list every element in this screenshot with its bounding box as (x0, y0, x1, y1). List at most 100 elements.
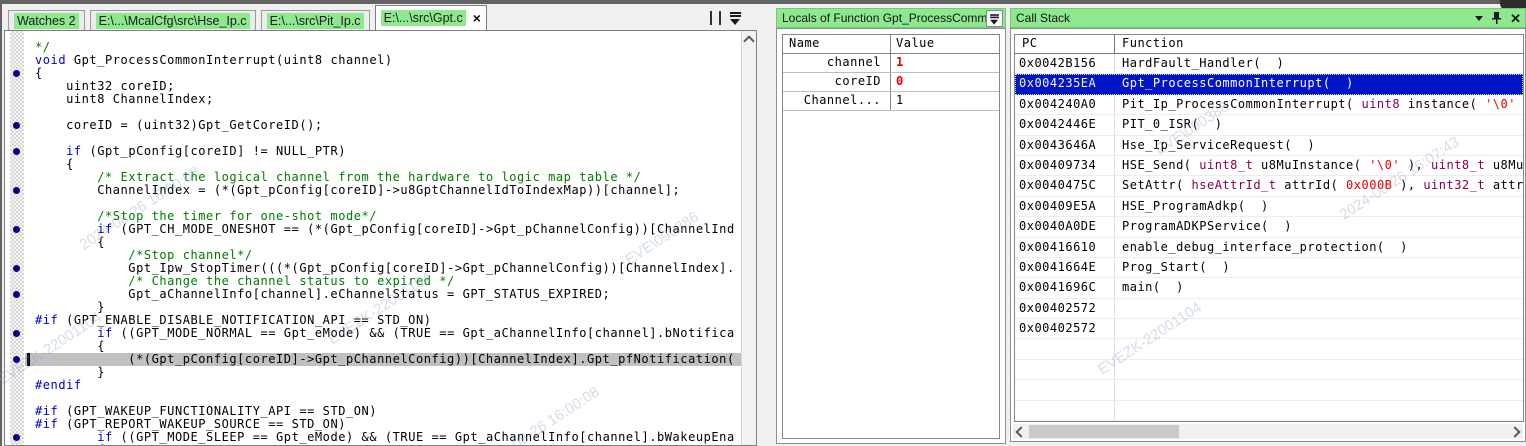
code-segment: /*Stop the timer for one-shot mode*/ (35, 209, 378, 223)
code-segment: ((GPT_MODE_NORMAL == Gpt_eMode) && (TRUE… (112, 326, 735, 340)
locals-value-column-header[interactable]: Value (891, 35, 999, 53)
function-column-header[interactable]: Function (1115, 35, 1523, 53)
scroll-right-icon[interactable] (1509, 426, 1521, 438)
breakpoint-icon[interactable] (13, 434, 20, 441)
code-segment: HSE_Send( (1122, 157, 1200, 172)
function-cell: HSE_Send( uint8_t u8MuInstance( '\0' ), … (1115, 156, 1523, 175)
code-segment: if (66, 144, 82, 158)
tab[interactable]: E:\...\McalCfg\src\Hse_Ip.c (89, 10, 256, 30)
code-segment: ((GPT_MODE_SLEEP == Gpt_eMode) && (TRUE … (112, 430, 735, 444)
code-segment: instance( (1400, 96, 1486, 111)
locals-row[interactable]: coreID 0 (783, 73, 999, 92)
function-cell: HSE_ProgramAdkp( ) (1115, 197, 1523, 216)
locals-name-cell: Channel... (783, 92, 891, 110)
code-line[interactable]: coreID = (uint32)Gpt_GetCoreID(); (35, 119, 323, 132)
pc-cell (1015, 359, 1115, 380)
pc-cell: 0x0041664E (1015, 257, 1115, 278)
code-line[interactable]: if ((GPT_MODE_SLEEP == Gpt_eMode) && (TR… (35, 431, 735, 444)
code-segment: (GPT_CH_MODE_ONESHOT == (*(Gpt_pConfig[c… (112, 222, 735, 236)
call-stack-row[interactable]: 0x00402572 (1015, 319, 1523, 340)
code-editor[interactable]: */void Gpt_ProcessCommonInterrupt(uint8 … (4, 30, 757, 446)
dropdown-icon[interactable] (1475, 16, 1484, 25)
call-stack-row[interactable]: 0x00409E5A HSE_ProgramAdkp( ) (1015, 196, 1523, 218)
call-stack-row[interactable]: 0x004240A0 Pit_Ip_ProcessCommonInterrupt(… (1015, 94, 1523, 116)
function-cell: main( ) (1115, 278, 1523, 297)
code-segment: main( ) (1122, 280, 1184, 295)
call-stack-row[interactable]: 0x0040A0DE ProgramADKPService( ) (1015, 217, 1523, 238)
breakpoint-icon[interactable] (13, 70, 20, 77)
breakpoint-icon[interactable] (13, 226, 20, 233)
call-stack-row[interactable]: 0x00416610 enable_debug_interface_protect… (1015, 237, 1523, 258)
breakpoint-icon[interactable] (13, 291, 20, 298)
tab-list-menu-icon[interactable] (728, 11, 744, 25)
panel-menu-icon (989, 13, 1001, 25)
code-line[interactable]: Gpt_aChannelInfo[channel].eChannelStatus… (35, 288, 610, 301)
tab[interactable]: Watches 2 (8, 10, 85, 30)
code-segment: #if (35, 404, 59, 418)
tab-active-file[interactable]: E:\...\src\Gpt.c × (374, 5, 487, 30)
call-stack-row[interactable]: 0x0041696C main( ) (1015, 278, 1523, 299)
code-line[interactable]: void Gpt_ProcessCommonInterrupt(uint8 ch… (35, 54, 393, 67)
call-stack-row[interactable]: 0x0042B156 HardFault_Handler( ) (1015, 54, 1523, 75)
breakpoint-icon[interactable] (13, 330, 20, 337)
call-stack-row[interactable]: 0x00402572 (1015, 298, 1523, 320)
function-cell (1115, 380, 1523, 399)
call-stack-row[interactable]: 0x00409734 HSE_Send( uint8_t u8MuInstance… (1015, 155, 1523, 177)
code-segment: '\0' (1369, 157, 1401, 172)
call-stack-row[interactable]: 0x004235EA Gpt_ProcessCommonInterrupt( ) (1015, 74, 1523, 95)
source-editor-panel: Watches 2 E:\...\McalCfg\src\Hse_Ip.c E:\.… (2, 4, 758, 446)
code-segment: ), (1400, 157, 1432, 172)
breakpoint-icon[interactable] (13, 148, 20, 155)
code-segment: Gpt_Ipw_StopTimer(((*(Gpt_pConfig[coreID… (35, 261, 735, 275)
code-segment: Gpt_ProcessCommonInterrupt(uint8 channel… (66, 53, 393, 67)
debugger-window: Watches 2 E:\...\McalCfg\src\Hse_Ip.c E:\.… (0, 0, 1526, 446)
code-line[interactable]: uint8 ChannelIndex; (35, 93, 214, 106)
code-segment: #if (35, 417, 59, 431)
code-segment: ChannelIndex = (*(Gpt_pConfig[coreID]->u… (35, 183, 681, 197)
code-line[interactable]: (*(Gpt_pConfig[coreID]->Gpt_pChannelConf… (25, 353, 742, 366)
scroll-left-icon[interactable] (1015, 426, 1027, 438)
code-line[interactable]: #endif (35, 379, 82, 392)
call-stack-panel-title: Call Stack (1016, 11, 1071, 25)
pc-cell: 0x004240A0 (1015, 94, 1115, 115)
pin-icon[interactable] (1492, 12, 1502, 25)
breakpoint-icon[interactable] (13, 187, 20, 194)
locals-row[interactable]: Channel... 1 (783, 92, 999, 111)
scrollbar-thumb[interactable] (1029, 425, 1179, 438)
pc-cell: 0x00409E5A (1015, 196, 1115, 217)
code-segment: uint8 ChannelIndex; (35, 92, 214, 106)
code-segment: #endif (35, 378, 82, 392)
breakpoint-icon[interactable] (13, 122, 20, 129)
pc-column-header[interactable]: PC (1015, 35, 1115, 53)
tab[interactable]: E:\...\src\Pit_Ip.c (260, 10, 370, 30)
code-segment: (Gpt_pConfig[coreID] != NULL_PTR) (81, 144, 347, 158)
breakpoint-icon[interactable] (13, 265, 20, 272)
code-line[interactable]: if (GPT_CH_MODE_ONESHOT == (*(Gpt_pConfi… (35, 223, 735, 236)
pc-cell (1015, 400, 1115, 421)
tab-close-icon[interactable]: × (473, 11, 481, 25)
call-stack-row[interactable]: 0x0040475C SetAttr( hseAttrId_t attrId( 0… (1015, 176, 1523, 197)
close-icon[interactable]: ✕ (1510, 12, 1521, 25)
call-stack-row[interactable]: 0x0043646A Hse_Ip_ServiceRequest( ) (1015, 135, 1523, 156)
code-text-area[interactable]: */void Gpt_ProcessCommonInterrupt(uint8 … (5, 31, 742, 445)
locals-panel-header: Locals of Function Gpt_ProcessComm (776, 8, 1006, 28)
call-stack-row[interactable]: 0x0042446E PIT_0_ISR( ) (1015, 115, 1523, 136)
call-stack-row[interactable]: 0x0041664E Prog_Start( ) (1015, 257, 1523, 279)
call-stack-horizontal-scrollbar[interactable] (1013, 424, 1523, 439)
code-segment: uint8_t (1199, 157, 1254, 172)
function-cell (1115, 421, 1523, 422)
code-line[interactable]: ChannelIndex = (*(Gpt_pConfig[coreID]->u… (35, 184, 680, 197)
code-line[interactable]: if ((GPT_MODE_NORMAL == Gpt_eMode) && (T… (35, 327, 735, 340)
breakpoint-icon[interactable] (13, 356, 20, 363)
code-line[interactable]: if (Gpt_pConfig[coreID] != NULL_PTR) (35, 145, 346, 158)
locals-row[interactable]: channel 1 (783, 54, 999, 73)
locals-name-column-header[interactable]: Name (783, 35, 891, 53)
code-segment: u8Mu (1485, 157, 1523, 172)
pc-cell: 0x0040A0DE (1015, 217, 1115, 237)
editor-vertical-scrollbar[interactable] (741, 31, 756, 445)
locals-menu-button[interactable] (986, 10, 1003, 27)
scroll-up-icon[interactable] (743, 35, 755, 47)
